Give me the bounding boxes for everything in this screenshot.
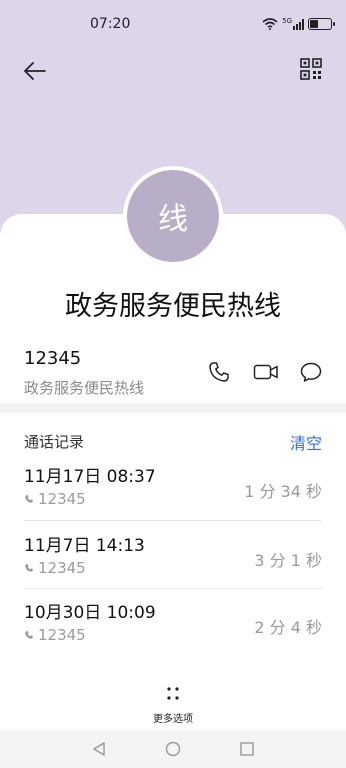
status-bar: 07:20 5G (0, 0, 346, 50)
message-icon (300, 362, 322, 382)
qr-code-icon (300, 58, 322, 80)
message-button[interactable] (299, 360, 323, 384)
call-duration: 3 分 1 秒 (254, 551, 322, 570)
call-number: 12345 (24, 490, 86, 508)
more-dots-icon (167, 687, 179, 700)
video-call-button[interactable] (253, 360, 278, 384)
qr-code-button[interactable] (300, 58, 324, 82)
call-datetime: 11月7日 14:13 (24, 536, 145, 556)
avatar-initial: 线 (158, 202, 188, 237)
call-number-text: 12345 (38, 559, 86, 577)
nav-recents-button[interactable] (236, 738, 258, 760)
more-options-button[interactable]: 更多选项 (0, 684, 346, 725)
phone-small-icon (25, 631, 33, 639)
phone-small-icon (25, 495, 33, 503)
battery-icon (308, 18, 335, 30)
status-time: 07:20 (90, 16, 131, 32)
section-divider (0, 403, 346, 413)
navigation-bar (0, 730, 346, 768)
more-options-label: 更多选项 (153, 714, 193, 725)
status-icons: 5G (262, 16, 335, 32)
contact-name: 政务服务便民热线 (65, 291, 281, 322)
video-call-icon (253, 364, 278, 380)
clear-button[interactable]: 清空 (290, 430, 322, 454)
row-divider (24, 520, 322, 521)
call-duration: 1 分 34 秒 (244, 482, 322, 501)
call-number: 12345 (24, 559, 86, 577)
call-log-row[interactable]: 10月30日 10:09 12345 2 分 4 秒 (24, 598, 322, 666)
phone-number[interactable]: 12345 (24, 348, 81, 369)
nav-back-button[interactable] (88, 738, 110, 760)
call-number-text: 12345 (38, 626, 86, 644)
battery-fill (310, 20, 318, 28)
row-divider (24, 588, 322, 589)
nav-home-icon (165, 741, 181, 757)
nav-back-icon (93, 742, 105, 756)
call-number-text: 12345 (38, 490, 86, 508)
wifi-icon (262, 18, 278, 30)
phone-icon (209, 362, 229, 382)
call-duration: 2 分 4 秒 (254, 618, 322, 637)
phone-small-icon (25, 564, 33, 572)
nav-home-button[interactable] (162, 738, 184, 760)
call-log-title: 通话记录 (24, 433, 85, 451)
call-number: 12345 (24, 626, 86, 644)
call-datetime: 11月17日 08:37 (24, 467, 156, 487)
nav-recents-icon (240, 742, 254, 756)
call-datetime: 10月30日 10:09 (24, 603, 156, 623)
back-arrow-icon (24, 62, 46, 80)
phone-label: 政务服务便民热线 (24, 379, 145, 397)
avatar: 线 (123, 166, 223, 266)
call-button[interactable] (207, 360, 231, 384)
back-button[interactable] (20, 56, 50, 86)
network-type-label: 5G (282, 17, 292, 25)
signal-icon: 5G (282, 18, 304, 30)
